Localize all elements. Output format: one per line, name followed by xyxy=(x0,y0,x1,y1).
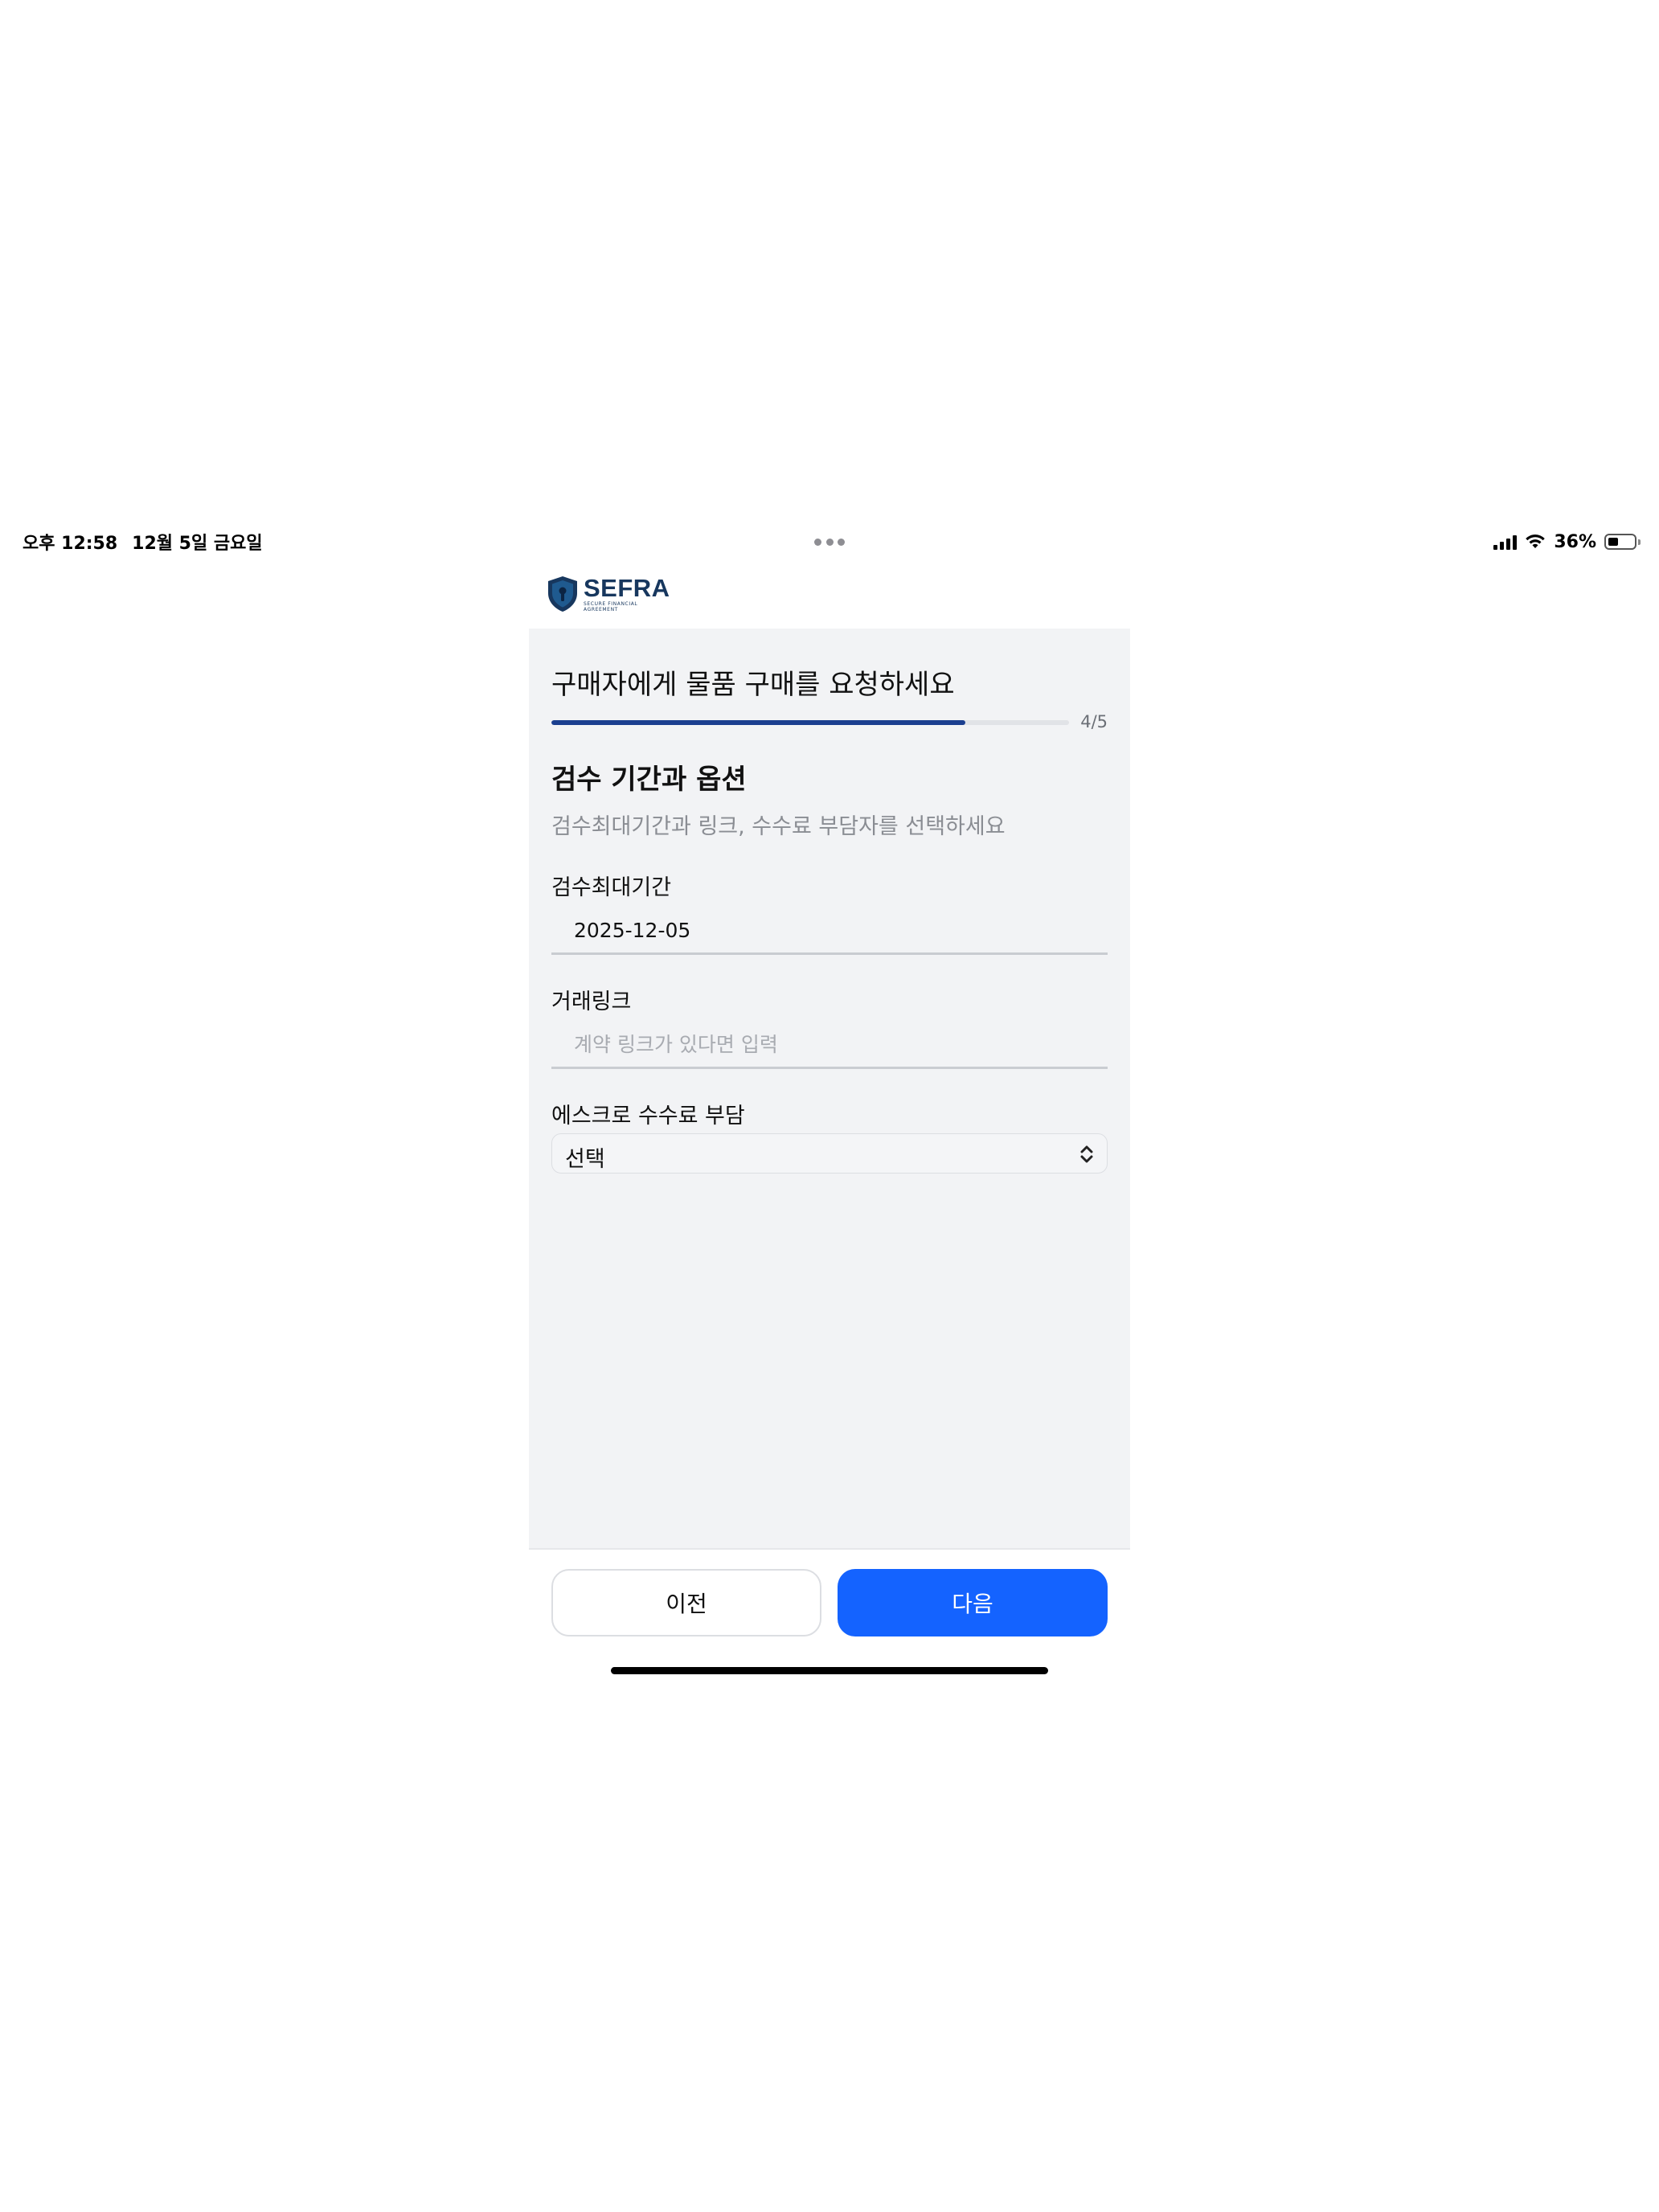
wifi-icon xyxy=(1526,535,1546,548)
inspection-period-field[interactable] xyxy=(551,908,1108,955)
page-title: 구매자에게 물품 구매를 요청하세요 xyxy=(551,669,955,701)
next-button[interactable]: 다음 xyxy=(838,1569,1108,1636)
logo-wordmark: SEFRA xyxy=(584,574,670,602)
form-panel: 구매자에게 물품 구매를 요청하세요 4/5 검수 기간과 옵션 검수최대기간과… xyxy=(529,629,1130,1548)
battery-percentage: 36% xyxy=(1554,531,1596,552)
shield-logo-icon xyxy=(548,576,577,612)
trade-link-label: 거래링크 xyxy=(551,989,632,1014)
battery-icon xyxy=(1604,534,1641,550)
progress-step-count: 4/5 xyxy=(1080,712,1108,731)
status-indicators: 36% xyxy=(1493,529,1641,555)
multitasking-dots-icon[interactable] xyxy=(814,539,845,547)
inspection-period-label: 검수최대기간 xyxy=(551,875,672,900)
home-indicator[interactable] xyxy=(611,1667,1048,1674)
escrow-fee-label: 에스크로 수수료 부담 xyxy=(551,1104,745,1129)
sefra-logo[interactable]: SEFRA SECURE FINANCIAL AGREEMENT xyxy=(547,576,670,613)
status-bar: 오후 12:58 12월 5일 금요일 36% xyxy=(0,526,1659,558)
logo-tagline: SECURE FINANCIAL AGREEMENT xyxy=(584,601,638,612)
app-header: SEFRA SECURE FINANCIAL AGREEMENT xyxy=(529,571,1130,629)
escrow-fee-select[interactable]: 선택 xyxy=(551,1133,1108,1174)
escrow-fee-selected-value: 선택 xyxy=(565,1147,605,1172)
footer-action-bar: 이전 다음 xyxy=(529,1548,1130,1661)
logo-text: SEFRA SECURE FINANCIAL AGREEMENT xyxy=(584,576,670,613)
chevron-up-down-icon xyxy=(1080,1145,1093,1163)
cellular-signal-icon xyxy=(1493,534,1518,550)
status-time: 오후 12:58 xyxy=(23,534,118,554)
previous-button[interactable]: 이전 xyxy=(551,1569,821,1636)
status-date: 12월 5일 금요일 xyxy=(132,534,263,554)
progress-bar xyxy=(551,720,1069,725)
trade-link-field[interactable] xyxy=(551,1022,1108,1069)
section-title: 검수 기간과 옵션 xyxy=(551,764,747,796)
section-subtitle: 검수최대기간과 링크, 수수료 부담자를 선택하세요 xyxy=(551,814,1006,839)
progress-fill xyxy=(551,720,966,725)
status-time-date: 오후 12:58 12월 5일 금요일 xyxy=(23,529,263,555)
